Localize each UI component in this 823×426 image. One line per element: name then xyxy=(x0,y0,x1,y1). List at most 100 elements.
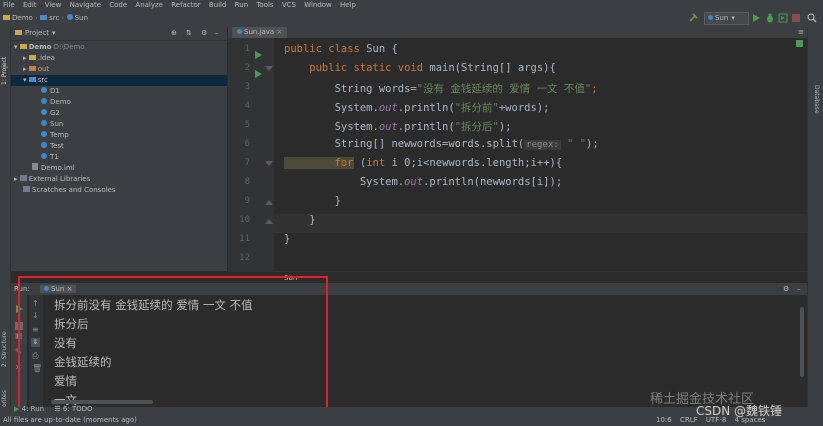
menu-view[interactable]: View xyxy=(45,1,62,9)
tree-item[interactable]: Scratches and Consoles xyxy=(11,185,227,196)
menu-vcs[interactable]: VCS xyxy=(282,1,296,9)
project-tool-tab[interactable]: 1: Project xyxy=(1,57,8,85)
menu-tools[interactable]: Tools xyxy=(256,1,273,9)
debug-icon[interactable] xyxy=(765,13,775,25)
tree-item-label: Temp xyxy=(50,131,69,139)
folder-icon xyxy=(40,15,48,20)
inspection-ok-icon[interactable] xyxy=(796,40,803,47)
tree-item[interactable]: Test xyxy=(11,141,227,152)
class-icon xyxy=(237,29,242,34)
gear-icon[interactable]: ⚙ xyxy=(783,283,789,295)
project-tree: ▾ Demo D:\Demo ▸ .idea ▸ out ▾ src D1 De… xyxy=(11,42,227,196)
line-number: 1 xyxy=(244,44,250,54)
tree-item[interactable]: ▾ src xyxy=(11,75,227,86)
target-icon[interactable]: ⊕ xyxy=(171,27,177,40)
tree-item-label: Demo.iml xyxy=(41,164,75,172)
build-icon[interactable] xyxy=(688,13,698,25)
highlight-box xyxy=(18,276,328,410)
menu-window[interactable]: Window xyxy=(304,1,332,9)
navigation-bar: Demo › src › Sun Sun ▾ xyxy=(0,10,823,28)
cursor-position[interactable]: 10:6 xyxy=(656,416,672,424)
tree-item-label: External Libraries xyxy=(28,175,91,183)
database-tool-tab[interactable]: Database xyxy=(813,85,820,114)
line-number: 9 xyxy=(244,196,250,206)
tree-item-label: out xyxy=(37,65,50,73)
run-icon[interactable] xyxy=(752,13,761,25)
line-separator[interactable]: CRLF xyxy=(680,416,698,424)
fold-icon[interactable] xyxy=(265,161,273,166)
run-gutter-icon[interactable] xyxy=(254,45,263,64)
code-token: "拆分前" xyxy=(454,102,499,114)
tree-item[interactable]: G2 xyxy=(11,108,227,119)
line-number: 10 xyxy=(239,215,250,225)
breadcrumb-demo[interactable]: Demo xyxy=(12,14,33,22)
menu-edit[interactable]: Edit xyxy=(23,1,37,9)
code-token: i 0;i<newwords.length;i++){ xyxy=(385,157,563,169)
breadcrumb-src[interactable]: src xyxy=(49,14,59,22)
menu-run[interactable]: Run xyxy=(235,1,248,9)
editor-gutter: 1 2 3 4 5 6 7 8 9 10 11 12 xyxy=(228,38,274,271)
menu-analyze[interactable]: Analyze xyxy=(135,1,163,9)
tree-item[interactable]: ▾ Demo D:\Demo xyxy=(11,42,227,53)
run-gutter-icon[interactable] xyxy=(254,64,263,83)
search-icon[interactable] xyxy=(807,13,817,25)
run-tool-tab[interactable]: ▶ 4: Run xyxy=(14,405,44,413)
class-icon xyxy=(41,153,47,159)
list-icon: ☰ xyxy=(54,405,61,413)
code-token: System. xyxy=(284,121,379,133)
scratch-icon xyxy=(23,186,30,192)
todo-tool-tab[interactable]: ☰ 6: TODO xyxy=(54,405,92,413)
fold-icon[interactable] xyxy=(265,200,273,205)
vertical-scrollbar[interactable] xyxy=(800,307,804,377)
menu-code[interactable]: Code xyxy=(109,1,127,9)
folder-icon xyxy=(19,44,27,49)
code-token: "没有 金钱延续的 爱情 一文 不值" xyxy=(416,83,592,95)
code-editor[interactable]: public class Sun { public static void ma… xyxy=(274,38,807,271)
line-number: 5 xyxy=(244,120,250,130)
tree-item[interactable]: ▸ External Libraries xyxy=(11,174,227,185)
code-line: System.out.println(newwords[i]); xyxy=(284,176,562,188)
tree-item[interactable]: Demo.iml xyxy=(11,163,227,174)
menu-build[interactable]: Build xyxy=(209,1,227,9)
tree-item[interactable]: Temp xyxy=(11,130,227,141)
menu-navigate[interactable]: Navigate xyxy=(70,1,101,9)
menu-file[interactable]: File xyxy=(3,1,15,9)
project-view-select[interactable]: Project xyxy=(25,29,49,37)
close-icon[interactable]: × xyxy=(276,28,282,36)
class-icon xyxy=(41,109,47,115)
tab-menu-icon[interactable]: ≡ xyxy=(798,27,804,38)
structure-tool-tab[interactable]: 2: Structure xyxy=(1,331,8,367)
gear-icon[interactable]: ⚙ xyxy=(201,27,207,40)
menu-help[interactable]: Help xyxy=(340,1,356,9)
tree-item[interactable]: Demo xyxy=(11,97,227,108)
tree-item[interactable]: D1 xyxy=(11,86,227,97)
minimize-icon[interactable]: – xyxy=(797,283,801,295)
menu-bar: File Edit View Navigate Code Analyze Ref… xyxy=(0,0,823,10)
tree-item-label: Demo xyxy=(50,98,71,106)
tree-item-label: Demo xyxy=(28,43,52,51)
class-icon xyxy=(41,142,47,148)
stop-icon[interactable] xyxy=(791,13,801,25)
code-token: String[] newwords=words.split( xyxy=(284,138,525,150)
tree-item[interactable]: Sun xyxy=(11,119,227,130)
fold-icon[interactable] xyxy=(265,66,273,71)
collapse-icon[interactable]: ⇅ xyxy=(186,27,192,40)
code-line: } xyxy=(284,195,341,207)
tree-item[interactable]: ▸ .idea xyxy=(11,53,227,64)
run-config-select[interactable]: Sun ▾ xyxy=(704,12,749,25)
code-line: public class Sun { xyxy=(284,43,398,55)
line-number: 2 xyxy=(244,63,250,73)
tree-item[interactable]: ▸ out xyxy=(11,64,227,75)
coverage-icon[interactable] xyxy=(778,13,788,25)
minimize-icon[interactable]: – xyxy=(215,27,219,40)
fold-icon[interactable] xyxy=(265,219,273,224)
tree-item[interactable]: T1 xyxy=(11,152,227,163)
code-token: out xyxy=(404,176,424,188)
left-tool-strip: 1: Project 2: Structure 2: Favorites xyxy=(0,27,11,425)
run-tool-tab-label: 4: Run xyxy=(21,405,45,413)
tree-item-label: G2 xyxy=(50,109,60,117)
tree-item-label: .idea xyxy=(37,54,55,62)
folder-icon xyxy=(28,66,36,71)
menu-refactor[interactable]: Refactor xyxy=(171,1,200,9)
breadcrumb-sun[interactable]: Sun xyxy=(75,14,88,22)
